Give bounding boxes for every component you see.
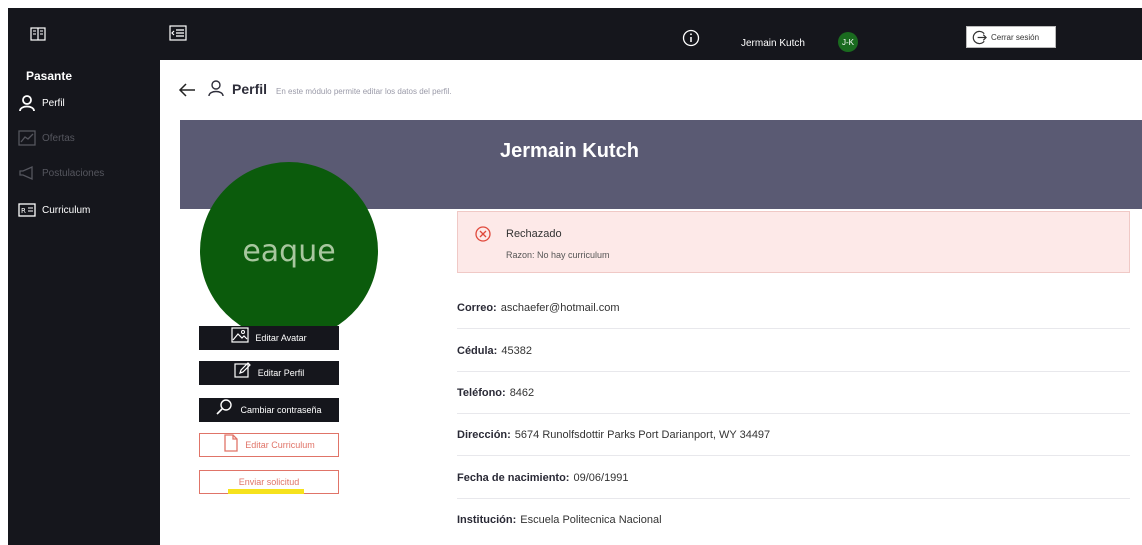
- edit-curriculum-button[interactable]: Editar Curriculum: [199, 433, 339, 457]
- logout-button[interactable]: Cerrar sesión: [966, 26, 1056, 48]
- status-reason: Razon: No hay curriculum: [506, 250, 610, 260]
- megaphone-icon: [19, 165, 33, 181]
- left-margin: [0, 0, 8, 545]
- detail-row-birthdate: Fecha de nacimiento: 09/06/1991: [457, 457, 1130, 499]
- top-bar: Jermain Kutch J-K Cerrar sesión: [160, 8, 1142, 60]
- page-title: Perfil: [232, 81, 268, 97]
- highlight-mark: [228, 489, 304, 494]
- detail-value: 45382: [501, 344, 532, 357]
- detail-value: aschaefer@hotmail.com: [500, 301, 620, 314]
- detail-value: 5674 Runolfsdottir Parks Port Darianport…: [514, 428, 771, 441]
- chart-icon: [18, 130, 36, 146]
- status-title: Rechazado: [506, 228, 562, 240]
- page-subtitle: En este módulo permite editar los datos …: [276, 87, 452, 96]
- detail-label: Correo:: [457, 301, 497, 314]
- detail-value: Escuela Politecnica Nacional: [520, 514, 662, 526]
- detail-row-phone: Teléfono: 8462: [457, 372, 1130, 414]
- id-card-icon: R: [18, 203, 36, 217]
- logout-label: Cerrar sesión: [991, 32, 1040, 42]
- book-logo-icon: [30, 27, 46, 41]
- detail-row-cedula: Cédula: 45382: [457, 330, 1130, 372]
- profile-avatar: eaque: [200, 162, 378, 340]
- edit-avatar-label: Editar Avatar: [255, 333, 307, 343]
- profile-name: Jermain Kutch: [500, 140, 639, 162]
- sidebar-item-curriculum[interactable]: R Curriculum: [18, 199, 90, 221]
- sidebar: Pasante Perfil Ofertas Postulaciones R C…: [8, 8, 160, 545]
- detail-row-email: Correo: aschaefer@hotmail.com: [457, 287, 1130, 329]
- svg-text:R: R: [21, 207, 26, 215]
- detail-label: Institución:: [457, 514, 517, 526]
- detail-label: Cédula:: [457, 344, 498, 357]
- edit-profile-button[interactable]: Editar Perfil: [199, 361, 339, 385]
- sidebar-item-perfil[interactable]: Perfil: [18, 92, 65, 114]
- detail-label: Teléfono:: [457, 386, 506, 399]
- sidebar-role-label: Pasante: [26, 69, 73, 83]
- avatar[interactable]: J-K: [838, 32, 858, 52]
- user-icon: [208, 80, 224, 96]
- main-content: Perfil En este módulo permite editar los…: [160, 60, 1142, 545]
- back-arrow-icon[interactable]: [178, 82, 196, 98]
- document-icon: [224, 434, 238, 452]
- menu-collapse-icon[interactable]: [169, 24, 187, 42]
- sidebar-item-label: Curriculum: [42, 204, 91, 216]
- change-password-button[interactable]: Cambiar contraseña: [199, 398, 339, 422]
- edit-avatar-button[interactable]: Editar Avatar: [199, 326, 339, 350]
- sidebar-item-label: Ofertas: [42, 132, 75, 144]
- top-margin: [0, 0, 1142, 8]
- edit-curriculum-label: Editar Curriculum: [245, 440, 315, 450]
- detail-row-institution: Institución: Escuela Politecnica Naciona…: [457, 499, 1130, 541]
- username: Jermain Kutch: [741, 38, 805, 49]
- sidebar-item-label: Postulaciones: [42, 167, 105, 179]
- sidebar-item-ofertas: Ofertas: [18, 127, 75, 149]
- detail-label: Fecha de nacimiento:: [457, 471, 570, 484]
- status-alert: Rechazado Razon: No hay curriculum: [457, 211, 1130, 273]
- sidebar-item-label: Perfil: [42, 97, 65, 109]
- edit-icon: [234, 362, 251, 378]
- close-circle-icon: [475, 226, 491, 242]
- search-key-icon: [216, 399, 233, 415]
- send-request-label: Enviar solicitud: [238, 477, 300, 487]
- avatar-text: eaque: [242, 233, 336, 269]
- edit-profile-label: Editar Perfil: [257, 368, 305, 378]
- logout-icon: [972, 30, 987, 44]
- sidebar-item-postulaciones: Postulaciones: [18, 162, 104, 184]
- detail-value: 09/06/1991: [573, 471, 629, 484]
- detail-row-address: Dirección: 5674 Runolfsdottir Parks Port…: [457, 414, 1130, 456]
- change-password-label: Cambiar contraseña: [240, 405, 322, 415]
- detail-value: 8462: [509, 386, 535, 399]
- info-icon[interactable]: [682, 29, 700, 47]
- app-window: Pasante Perfil Ofertas Postulaciones R C…: [0, 0, 1142, 545]
- user-icon: [19, 95, 35, 111]
- image-icon: [231, 327, 249, 343]
- detail-label: Dirección:: [457, 428, 511, 441]
